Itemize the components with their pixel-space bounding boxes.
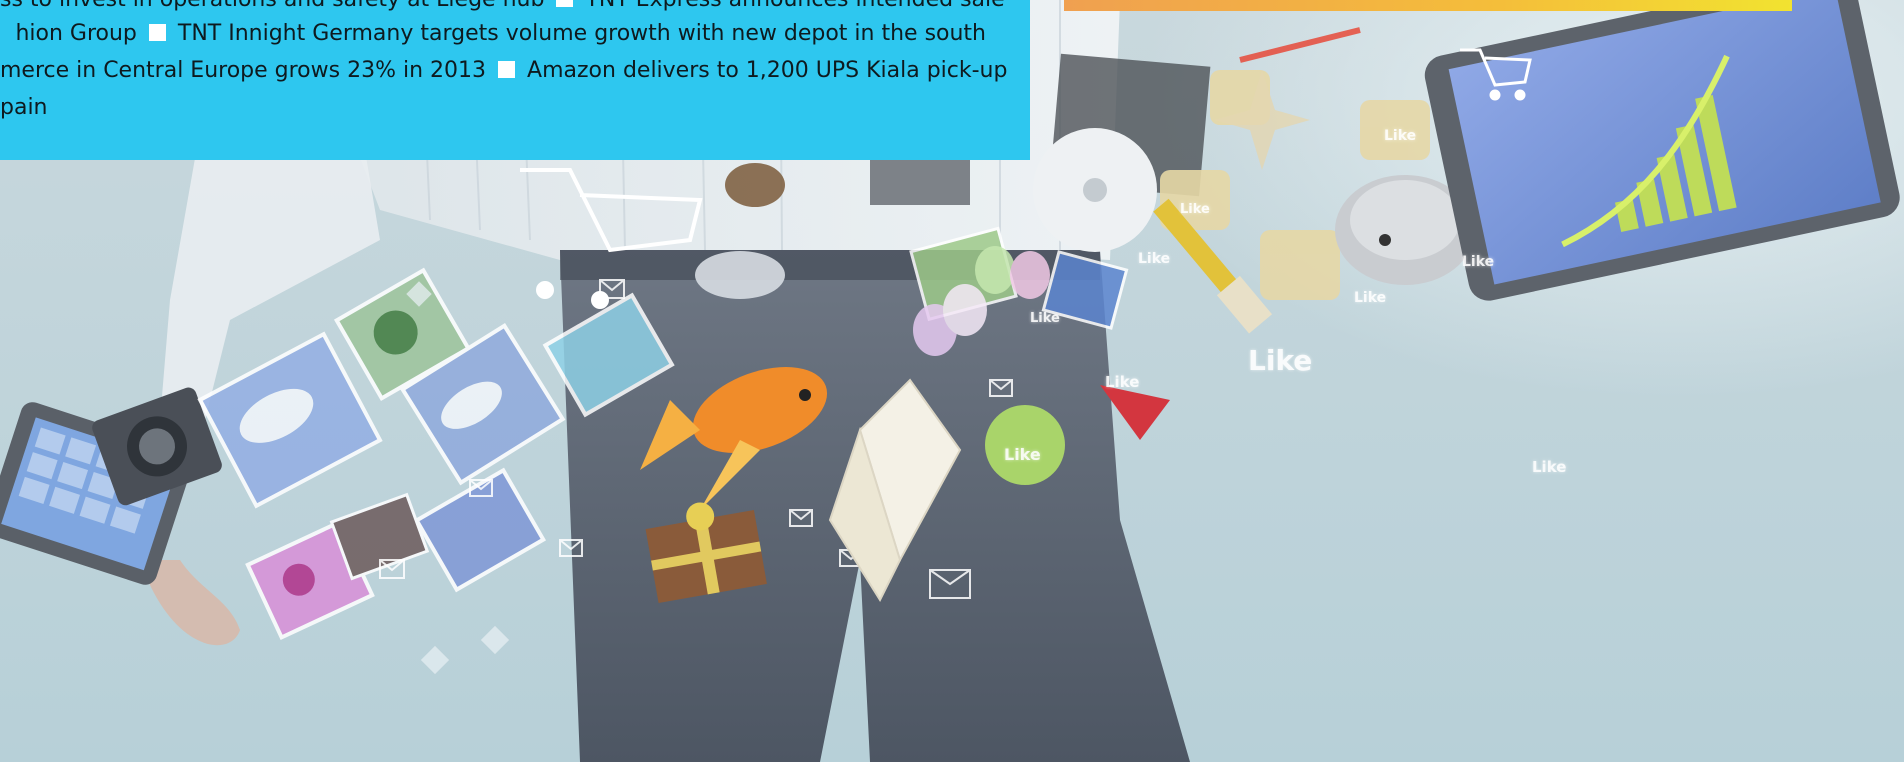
news-item[interactable]: hion Group bbox=[15, 21, 136, 46]
news-item[interactable]: TNT Express announces intended sale bbox=[585, 0, 1004, 12]
like-label: Like bbox=[1105, 373, 1140, 391]
news-ticker[interactable]: ss to invest in operations and safety at… bbox=[0, 0, 1030, 160]
news-item[interactable]: Amazon delivers to 1,200 UPS Kiala pick-… bbox=[527, 58, 1007, 83]
separator-square-icon bbox=[148, 24, 166, 41]
like-label: Like bbox=[1138, 251, 1171, 267]
like-label: Like bbox=[1248, 344, 1313, 377]
separator-square-icon bbox=[556, 0, 574, 7]
like-label: Like bbox=[1384, 128, 1417, 144]
ticker-line: merce in Central Europe grows 23% in 201… bbox=[0, 53, 1030, 89]
like-label: Like bbox=[1354, 290, 1387, 306]
like-label: Like bbox=[1462, 254, 1495, 270]
news-item[interactable]: pain bbox=[0, 95, 48, 120]
news-item[interactable]: ss to invest in operations and safety at… bbox=[0, 0, 544, 12]
like-label: Like bbox=[1532, 458, 1567, 476]
like-label: Like bbox=[1004, 445, 1041, 464]
like-label: Like bbox=[1180, 202, 1210, 217]
top-banner-bar bbox=[1064, 0, 1792, 11]
ticker-line: hion Group TNT Innight Germany targets vo… bbox=[0, 16, 1030, 52]
news-item[interactable]: merce in Central Europe grows 23% in 201… bbox=[0, 58, 486, 83]
separator-square-icon bbox=[498, 61, 516, 78]
ticker-line: pain bbox=[0, 90, 1030, 126]
like-label: Like bbox=[1030, 311, 1060, 326]
news-item[interactable]: TNT Innight Germany targets volume growt… bbox=[178, 21, 986, 46]
